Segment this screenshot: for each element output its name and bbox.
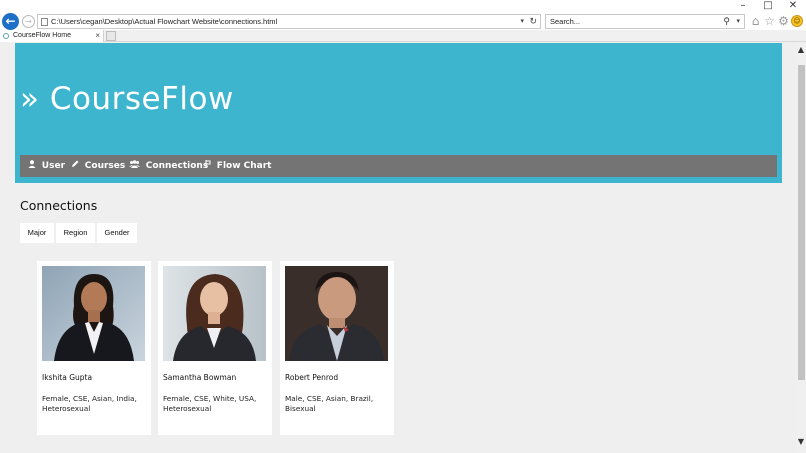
vertical-scrollbar[interactable]: ▲ ▼ (796, 42, 806, 453)
refresh-icon[interactable]: ↻ (529, 15, 537, 28)
nav-item-label: Flow Chart (216, 161, 272, 171)
window-titlebar: – □ ✕ (0, 0, 806, 12)
minimize-button[interactable]: – (730, 0, 756, 12)
person-info: Female, CSE, Asian, India, Heterosexual (42, 394, 137, 413)
favicon-icon (3, 33, 9, 39)
search-dropdown-icon[interactable]: ▾ (736, 15, 740, 28)
site-title[interactable]: » CourseFlow (20, 81, 234, 117)
user-icon (28, 160, 39, 170)
tab-bar: CourseFlow Home × (0, 30, 806, 42)
site-header: » CourseFlow User Courses Connections Fl… (15, 43, 782, 183)
address-text: C:\Users\cegan\Desktop\Actual Flowchart … (51, 17, 278, 26)
search-input[interactable]: Search... ⚲ ▾ (545, 14, 745, 29)
person-name: Ikshita Gupta (42, 373, 93, 382)
connection-card[interactable]: Samantha Bowman Female, CSE, White, USA,… (158, 261, 272, 435)
forward-arrow-icon[interactable]: → (22, 15, 35, 28)
back-arrow-icon[interactable]: ← (2, 13, 19, 30)
star-icon[interactable]: ☆ (763, 15, 776, 28)
filter-gender-button[interactable]: Gender (97, 223, 137, 243)
address-bar[interactable]: C:\Users\cegan\Desktop\Actual Flowchart … (37, 14, 541, 29)
filter-region-button[interactable]: Region (56, 223, 95, 243)
gear-icon[interactable]: ⚙ (777, 15, 790, 28)
nav-item-user[interactable]: User (28, 155, 65, 177)
browser-toolbar: ← → C:\Users\cegan\Desktop\Actual Flowch… (0, 12, 806, 30)
profile-photo (285, 266, 388, 361)
nav-item-label: Courses (84, 161, 126, 171)
tab-title: CourseFlow Home (13, 32, 71, 39)
users-icon (129, 160, 143, 170)
site-navbar: User Courses Connections Flow Chart (20, 155, 777, 177)
connection-card[interactable]: Robert Penrod Male, CSE, Asian, Brazil, … (280, 261, 394, 435)
home-icon[interactable]: ⌂ (749, 15, 762, 28)
person-info: Female, CSE, White, USA, Heterosexual (163, 394, 257, 413)
person-name: Robert Penrod (285, 373, 339, 382)
scroll-thumb[interactable] (798, 65, 805, 380)
pencil-icon (71, 160, 82, 170)
nav-item-flow-chart[interactable]: Flow Chart (205, 155, 272, 177)
search-icon[interactable]: ⚲ (723, 15, 730, 28)
tab-courseflow-home[interactable]: CourseFlow Home × (0, 30, 104, 42)
close-window-button[interactable]: ✕ (780, 0, 806, 12)
nav-item-connections[interactable]: Connections (129, 155, 208, 177)
smiley-icon[interactable]: ☺ (791, 15, 803, 27)
filter-major-button[interactable]: Major (20, 223, 54, 243)
nav-item-label: Connections (145, 161, 209, 171)
connection-card[interactable]: Ikshita Gupta Female, CSE, Asian, India,… (37, 261, 151, 435)
search-placeholder: Search... (550, 17, 581, 26)
scroll-down-icon[interactable]: ▼ (796, 437, 806, 447)
person-info: Male, CSE, Asian, Brazil, Bisexual (285, 394, 374, 413)
person-name: Samantha Bowman (163, 373, 237, 382)
profile-photo (163, 266, 266, 361)
profile-photo (42, 266, 145, 361)
new-tab-button[interactable] (106, 31, 116, 41)
page-title: Connections (20, 198, 98, 213)
flow-chart-icon (205, 160, 214, 170)
page-viewport: » CourseFlow User Courses Connections Fl… (0, 43, 796, 453)
nav-item-courses[interactable]: Courses (71, 155, 125, 177)
tab-close-icon[interactable]: × (95, 30, 100, 42)
address-dropdown-icon[interactable]: ▾ (520, 15, 524, 28)
maximize-button[interactable]: □ (755, 0, 781, 12)
file-icon (41, 18, 48, 26)
scroll-up-icon[interactable]: ▲ (796, 45, 806, 55)
nav-item-label: User (41, 161, 66, 171)
